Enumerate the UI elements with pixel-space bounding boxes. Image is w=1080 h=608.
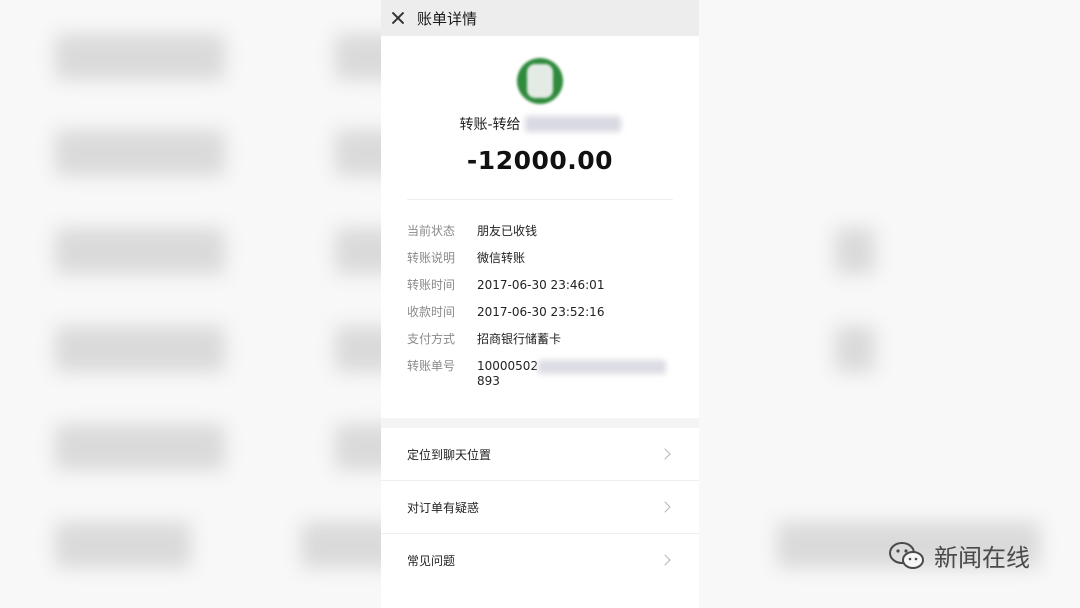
detail-value: 2017-06-30 23:46:01 (477, 278, 605, 292)
detail-label: 支付方式 (407, 332, 456, 346)
detail-row-status: 当前状态 朋友已收钱 (407, 218, 673, 245)
menu-item-faq[interactable]: 常见问题 (381, 534, 699, 586)
menu-item-label: 定位到聊天位置 (407, 447, 492, 462)
detail-value: 微信转账 (477, 251, 526, 265)
menu-item-locate-chat[interactable]: 定位到聊天位置 (381, 428, 699, 481)
menu-item-order-question[interactable]: 对订单有疑惑 (381, 481, 699, 534)
bill-detail-screen: 账单详情 转账-转给 -12000.00 当前状态 朋友已收钱 转账说明 微信转… (381, 0, 699, 608)
detail-label: 转账说明 (407, 251, 456, 265)
top-bar: 账单详情 (381, 0, 699, 36)
detail-row-transfer-time: 转账时间 2017-06-30 23:46:01 (407, 272, 673, 299)
detail-label: 转账时间 (407, 278, 456, 292)
close-icon[interactable] (391, 11, 405, 25)
detail-value: 招商银行储蓄卡 (477, 332, 562, 346)
recipient-name-redacted (524, 116, 621, 132)
order-number-redacted (538, 359, 667, 374)
detail-row-order-number: 转账单号 10000502 (407, 353, 673, 380)
action-menu: 定位到聊天位置 对订单有疑惑 常见问题 (381, 428, 699, 586)
transfer-title: 转账-转给 (381, 114, 699, 134)
section-gap (381, 418, 699, 428)
detail-label: 转账单号 (407, 359, 456, 373)
avatar (517, 58, 563, 104)
menu-item-label: 常见问题 (407, 553, 456, 568)
chevron-right-icon (659, 554, 671, 566)
detail-value[interactable]: 10000502 (477, 353, 667, 380)
detail-value: 2017-06-30 23:52:16 (477, 305, 605, 319)
detail-label: 收款时间 (407, 305, 456, 319)
wechat-logo-icon (889, 541, 924, 569)
watermark: 新闻在线 (888, 538, 1030, 573)
chevron-right-icon (659, 448, 671, 460)
detail-row-receive-time: 收款时间 2017-06-30 23:52:16 (407, 299, 673, 326)
detail-list: 当前状态 朋友已收钱 转账说明 微信转账 转账时间 2017-06-30 23:… (381, 200, 699, 388)
watermark-text: 新闻在线 (934, 544, 1030, 572)
transfer-amount: -12000.00 (466, 146, 614, 175)
detail-value: 朋友已收钱 (477, 224, 538, 238)
order-number-prefix: 10000502 (477, 359, 539, 373)
detail-row-note: 转账说明 微信转账 (407, 245, 673, 272)
chevron-right-icon (659, 501, 671, 513)
menu-item-label: 对订单有疑惑 (407, 500, 480, 515)
transfer-header: 转账-转给 -12000.00 (381, 36, 699, 175)
transfer-title-prefix: 转账-转给 (459, 117, 521, 133)
detail-row-payment-method: 支付方式 招商银行储蓄卡 (407, 326, 673, 353)
detail-label: 当前状态 (407, 224, 456, 238)
page-title: 账单详情 (417, 9, 478, 28)
